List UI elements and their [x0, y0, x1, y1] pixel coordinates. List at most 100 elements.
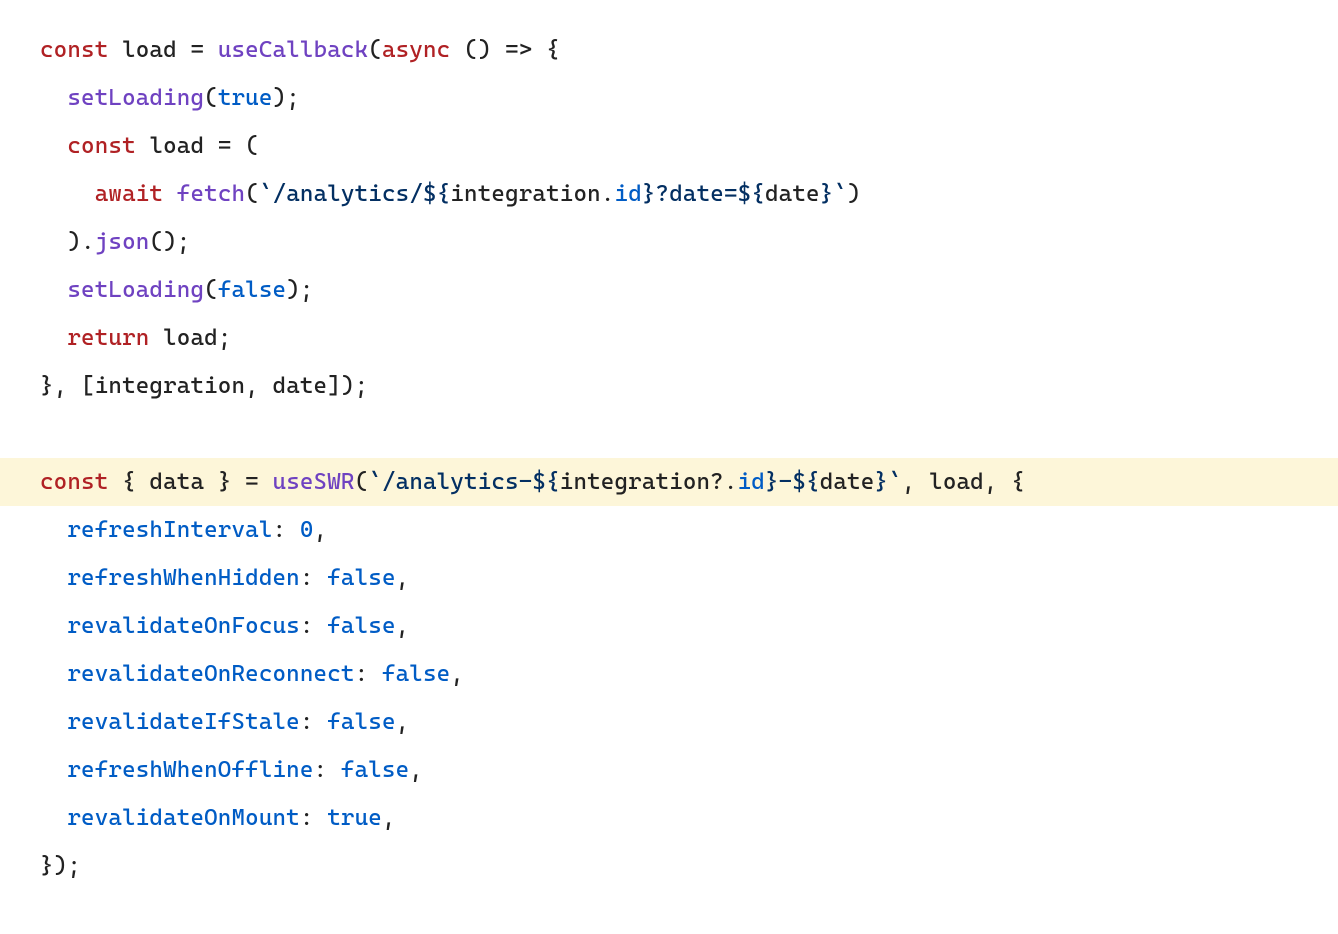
code-token: =>: [505, 37, 532, 63]
code-token: setLoading: [67, 277, 204, 303]
code-token: [40, 709, 67, 735]
code-token: ,: [396, 709, 410, 735]
code-token: ,: [245, 373, 272, 399]
code-token: const: [67, 133, 135, 159]
code-token: revalidateIfStale: [67, 709, 300, 735]
code-token: (: [355, 469, 369, 495]
code-token: :: [314, 757, 341, 783]
code-token: ).: [40, 229, 95, 255]
code-token: [40, 85, 67, 111]
code-token: async: [382, 37, 450, 63]
code-token: }: [642, 181, 656, 207]
code-token: [136, 133, 150, 159]
code-token: }: [874, 469, 888, 495]
code-token: );: [286, 277, 313, 303]
code-line: refreshInterval: 0,: [0, 506, 1338, 554]
code-token: load: [122, 37, 177, 63]
code-line: setLoading(true);: [0, 74, 1338, 122]
code-token: const: [40, 37, 108, 63]
code-token: :: [300, 565, 327, 591]
code-token: {: [108, 469, 149, 495]
code-token: );: [273, 85, 300, 111]
code-token: (: [368, 37, 382, 63]
code-token: [40, 181, 95, 207]
code-token: true: [327, 805, 382, 831]
code-token: integration: [450, 181, 600, 207]
code-token: {: [532, 37, 559, 63]
code-line: revalidateIfStale: false,: [0, 698, 1338, 746]
code-line: refreshWhenHidden: false,: [0, 554, 1338, 602]
code-token: ?.: [710, 469, 737, 495]
code-token: id: [738, 469, 765, 495]
code-token: =: [177, 37, 218, 63]
code-token: ): [847, 181, 861, 207]
code-token: :: [355, 661, 382, 687]
code-token: :: [300, 613, 327, 639]
code-line-highlighted: const { data } = useSWR(`/analytics- ${ in…: [0, 458, 1338, 506]
code-token: json: [95, 229, 150, 255]
code-token: ,: [450, 661, 464, 687]
code-token: [40, 517, 67, 543]
code-token: integration: [95, 373, 245, 399]
code-token: }: [765, 469, 779, 495]
code-token: await: [95, 181, 163, 207]
code-token: `: [368, 469, 382, 495]
code-token: fetch: [177, 181, 245, 207]
code-token: false: [327, 709, 395, 735]
code-line: revalidateOnFocus: false,: [0, 602, 1338, 650]
code-token: ]);: [327, 373, 368, 399]
code-token: [40, 325, 67, 351]
code-token: [149, 325, 163, 351]
code-token: ;: [218, 325, 232, 351]
code-token: (: [245, 181, 259, 207]
code-token: `: [833, 181, 847, 207]
code-token: load: [929, 469, 984, 495]
code-token: = (: [204, 133, 259, 159]
code-line: });: [0, 842, 1338, 890]
code-token: [40, 565, 67, 591]
code-token: load: [149, 133, 204, 159]
code-token: [40, 661, 67, 687]
code-token: revalidateOnFocus: [67, 613, 300, 639]
code-token: useCallback: [218, 37, 368, 63]
code-token: false: [218, 277, 286, 303]
code-token: [40, 805, 67, 831]
code-line: setLoading(false);: [0, 266, 1338, 314]
code-token: :: [273, 517, 300, 543]
code-token: [40, 613, 67, 639]
code-token: } =: [204, 469, 272, 495]
code-token: .: [601, 181, 615, 207]
code-token: ,: [409, 757, 423, 783]
code-line: }, [integration, date]);: [0, 362, 1338, 410]
code-token: ${: [792, 469, 819, 495]
code-token: :: [300, 805, 327, 831]
code-line: return load;: [0, 314, 1338, 362]
code-token: 0: [300, 517, 314, 543]
code-token: integration: [560, 469, 710, 495]
code-token: (: [204, 85, 218, 111]
code-token: });: [40, 853, 81, 879]
code-token: refreshInterval: [67, 517, 272, 543]
code-token: }, [: [40, 373, 95, 399]
code-line: const load = useCallback(async () => {: [0, 26, 1338, 74]
code-token: load: [163, 325, 218, 351]
code-token: ,: [382, 805, 396, 831]
code-token: /analytics/: [273, 181, 423, 207]
code-token: date: [820, 469, 875, 495]
code-token: ,: [396, 565, 410, 591]
code-token: useSWR: [273, 469, 355, 495]
code-line: await fetch(`/analytics/${integration.id…: [0, 170, 1338, 218]
code-token: :: [300, 709, 327, 735]
code-token: const: [40, 469, 108, 495]
code-line: [0, 410, 1338, 458]
code-token: data: [149, 469, 204, 495]
code-token: ();: [149, 229, 190, 255]
code-token: /analytics-: [382, 469, 532, 495]
code-token: ,: [396, 613, 410, 639]
code-token: , {: [984, 469, 1025, 495]
code-token: [108, 37, 122, 63]
code-token: false: [327, 613, 395, 639]
code-token: date: [765, 181, 820, 207]
code-token: refreshWhenOffline: [67, 757, 313, 783]
code-token: (: [204, 277, 218, 303]
